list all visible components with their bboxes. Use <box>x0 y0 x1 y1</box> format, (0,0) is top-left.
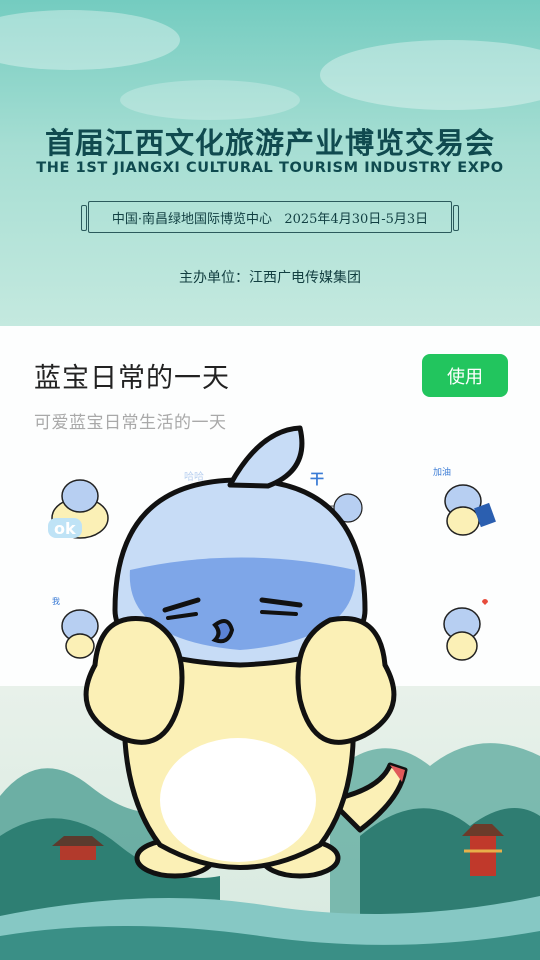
cloud-decoration <box>120 80 300 120</box>
sticker-thumbnail[interactable]: 我 <box>50 594 110 664</box>
sticker-thumb-text: 干 <box>310 472 324 488</box>
sticker-pack-subtitle: 可爱蓝宝日常生活的一天 <box>34 413 227 433</box>
venue-dates-scroll: 中国·南昌绿地国际博览中心 2025年4月30日-5月3日 <box>81 201 459 233</box>
sticker-thumbnail[interactable]: 加油 <box>425 461 505 546</box>
use-button[interactable]: 使用 <box>422 354 508 397</box>
cloud-decoration <box>320 40 540 110</box>
sticker-thumbnail[interactable]: 干 <box>300 466 370 546</box>
sticker-thumbnail[interactable] <box>434 594 494 666</box>
sticker-thumb-text: ok <box>54 519 76 538</box>
sticker-thumbnail[interactable]: 哈哈 <box>180 466 250 546</box>
venue-dates-text: 中国·南昌绿地国际博览中心 2025年4月30日-5月3日 <box>111 211 429 227</box>
sticker-pack-title: 蓝宝日常的一天 <box>34 363 230 394</box>
sticker-thumb-text: 哈哈 <box>184 470 204 483</box>
sticker-pack-card: 蓝宝日常的一天 可爱蓝宝日常生活的一天 使用 ok 哈哈 干 加油 我 <box>0 326 540 686</box>
landscape-illustration <box>0 686 540 960</box>
expo-banner: 首届江西文化旅游产业博览交易会 THE 1ST JIANGXI CULTURAL… <box>0 0 540 326</box>
sticker-thumbnail[interactable]: ok <box>40 466 120 546</box>
sticker-thumb-text: 我 <box>52 596 60 606</box>
expo-title-en: THE 1ST JIANGXI CULTURAL TOURISM INDUSTR… <box>36 160 504 176</box>
sticker-thumb-text: 加油 <box>433 466 451 478</box>
expo-title-cn: 首届江西文化旅游产业博览交易会 <box>44 126 495 160</box>
cloud-decoration <box>0 10 180 70</box>
organizer-text: 主办单位：江西广电传媒集团 <box>179 270 361 286</box>
